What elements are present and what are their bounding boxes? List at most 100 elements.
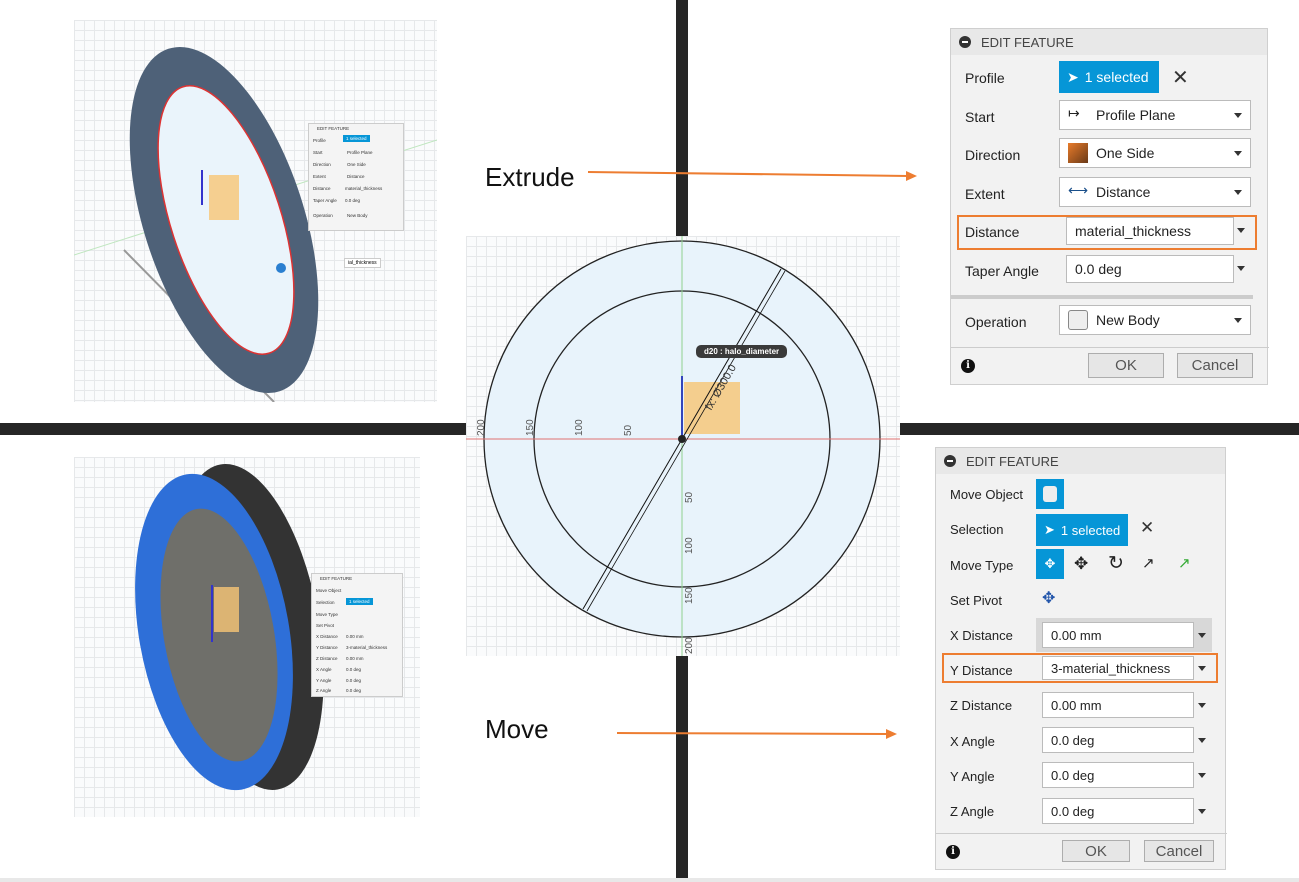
set-pivot-icon[interactable]: ✥ [1042, 588, 1055, 608]
profile-selection-button[interactable]: ➤ 1 selected [1059, 61, 1159, 93]
dialog-title: EDIT FEATURE [966, 453, 1059, 469]
distance-value: material_thickness [1075, 223, 1191, 239]
mini-za: Z Angle [316, 688, 332, 693]
origin-point [678, 435, 686, 443]
mini-profile-value: 1 selected [343, 135, 370, 142]
mini-x-value: 0.00 mm [346, 634, 364, 639]
start-dropdown[interactable]: ↦ Profile Plane [1059, 100, 1251, 130]
collapse-icon[interactable] [944, 455, 956, 467]
z-angle-input[interactable]: 0.0 deg [1042, 798, 1194, 824]
mini-move-object: Move Object [316, 588, 342, 593]
mini-title: EDIT FEATURE [317, 126, 350, 131]
extrude-edit-feature-dialog: EDIT FEATURE Profile ➤ 1 selected ✕ Start… [950, 28, 1269, 385]
mini-xa-value: 0.0 deg [346, 667, 362, 672]
mini-distance-value: material_thickness [345, 186, 383, 191]
ok-button[interactable]: OK [1062, 840, 1130, 862]
separator [951, 295, 1253, 299]
distance-icon: ⟷ [1068, 182, 1089, 198]
extent-label: Extent [965, 186, 1005, 202]
move-type-label: Move Type [950, 558, 1014, 573]
mini-ya-value: 0.0 deg [346, 678, 362, 683]
z-angle-label: Z Angle [950, 804, 995, 819]
dialog-title: EDIT FEATURE [981, 34, 1074, 50]
extent-dropdown[interactable]: ⟷ Distance [1059, 177, 1251, 207]
operation-dropdown[interactable]: New Body [1059, 305, 1251, 335]
distance-dropdown-arrow[interactable] [1237, 228, 1245, 233]
extrude-label: Extrude [485, 162, 575, 192]
taper-angle-value: 0.0 deg [1075, 261, 1122, 277]
mini-taper: Taper Angle [313, 198, 337, 203]
ok-button[interactable]: OK [1088, 353, 1164, 378]
x-angle-arrow[interactable] [1198, 738, 1206, 743]
divider-vertical-top [676, 0, 688, 236]
clear-selection-icon[interactable]: ✕ [1140, 518, 1154, 538]
point-to-point-icon[interactable]: ↗ [1142, 554, 1155, 572]
rotate-icon[interactable]: ↻ [1108, 552, 1124, 575]
move-object-button[interactable] [1036, 479, 1064, 509]
mini-z-value: 0.00 mm [346, 656, 364, 661]
y-distance-arrow[interactable] [1198, 666, 1206, 671]
collapse-icon[interactable] [959, 36, 971, 48]
mini-title: EDIT FEATURE [320, 576, 353, 581]
cursor-icon: ➤ [1044, 522, 1055, 537]
mini-y: Y Distance [316, 645, 338, 650]
x-angle-label: X Angle [950, 734, 995, 749]
z-angle-arrow[interactable] [1198, 809, 1206, 814]
y-distance-label: Y Distance [950, 663, 1013, 678]
z-distance-arrow[interactable] [1198, 703, 1206, 708]
mini-z: Z Distance [316, 656, 338, 661]
mini-distance: Distance [313, 186, 331, 191]
set-pivot-label: Set Pivot [950, 593, 1003, 608]
mini-ya: Y Angle [316, 678, 332, 683]
z-angle-value: 0.0 deg [1051, 803, 1095, 819]
y-angle-arrow[interactable] [1198, 773, 1206, 778]
mini-selection: Selection [316, 600, 335, 605]
distance-input[interactable]: material_thickness [1066, 217, 1234, 245]
mini-start: Start [313, 150, 323, 155]
direction-dropdown[interactable]: One Side [1059, 138, 1251, 168]
distance-label: Distance [965, 224, 1020, 240]
x-distance-arrow[interactable] [1198, 633, 1206, 638]
divider-vertical-bottom [676, 656, 688, 882]
info-icon[interactable]: i [946, 845, 960, 859]
z-distance-label: Z Distance [950, 698, 1013, 713]
sketch-viewport[interactable]: fx: Ø300.0 200 150 100 50 50 100 150 200… [466, 236, 900, 656]
point-to-position-icon[interactable]: ↗ [1178, 554, 1191, 572]
cancel-button[interactable]: Cancel [1177, 353, 1253, 378]
clear-selection-icon[interactable]: ✕ [1172, 65, 1189, 90]
mini-taper-value: 0.0 deg [345, 198, 361, 203]
x-distance-label: X Distance [950, 628, 1013, 643]
taper-dropdown-arrow[interactable] [1237, 266, 1245, 271]
selection-button[interactable]: ➤ 1 selected [1036, 514, 1128, 546]
x-angle-value: 0.0 deg [1051, 732, 1095, 748]
mini-xa: X Angle [316, 667, 332, 672]
move-mini-dialog: EDIT FEATURE Move Object Selection 1 sel… [311, 573, 403, 697]
extrude-3d-viewport[interactable]: EDIT FEATURE Profile 1 selected Start Pr… [74, 20, 437, 402]
move-3d-viewport[interactable]: EDIT FEATURE Move Object Selection 1 sel… [74, 457, 420, 817]
tick-label: 50 [623, 424, 634, 436]
divider-horizontal-right [900, 423, 1299, 435]
move-label: Move [485, 714, 549, 744]
y-angle-input[interactable]: 0.0 deg [1042, 762, 1194, 788]
extrude-arrow [587, 171, 909, 177]
mini-operation: Operation [313, 213, 333, 218]
x-distance-input[interactable]: 0.00 mm [1042, 622, 1194, 648]
info-icon[interactable]: i [961, 359, 975, 373]
y-distance-value: 3-material_thickness [1051, 660, 1171, 676]
x-angle-input[interactable]: 0.0 deg [1042, 727, 1194, 753]
new-body-icon [1068, 310, 1088, 330]
free-move-icon[interactable]: ✥ [1036, 549, 1064, 579]
cancel-button[interactable]: Cancel [1144, 840, 1214, 862]
cursor-icon: ➤ [1067, 68, 1079, 85]
mini-extent-value: Distance [347, 174, 365, 179]
z-distance-input[interactable]: 0.00 mm [1042, 692, 1194, 718]
translate-icon[interactable]: ✥ [1074, 554, 1088, 574]
selection-label: Selection [950, 522, 1004, 537]
mini-operation-value: New Body [347, 213, 368, 218]
y-angle-value: 0.0 deg [1051, 767, 1095, 783]
dialog-header: EDIT FEATURE [936, 448, 1225, 474]
mini-direction-value: One Side [347, 162, 366, 167]
y-distance-input[interactable]: 3-material_thickness [1042, 656, 1194, 680]
taper-angle-input[interactable]: 0.0 deg [1066, 255, 1234, 283]
move-arrow [616, 732, 889, 735]
